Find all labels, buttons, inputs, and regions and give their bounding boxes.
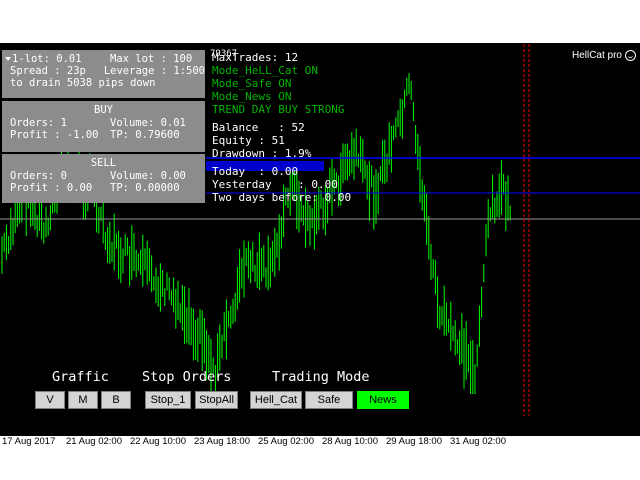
leverage-text: Leverage : 1:500 <box>103 65 205 77</box>
ea-title-label: HellCat pro <box>571 50 622 61</box>
trading-mode-section-label: Trading Mode <box>272 369 370 385</box>
time-axis: 17 Aug 2017 21 Aug 02:00 22 Aug 10:00 23 Au… <box>0 432 640 480</box>
time-axis-tick <box>258 432 259 436</box>
mode-hellcat-status: Mode_HeLL_Cat ON <box>212 64 318 77</box>
time-axis-label: 22 Aug 10:00 <box>130 436 186 447</box>
time-axis-label: 28 Aug 10:00 <box>322 436 378 447</box>
time-axis-tick <box>322 432 323 436</box>
time-axis-label: 21 Aug 02:00 <box>66 436 122 447</box>
sell-panel: SELL Orders: 0 Volume: 0.00 Profit : 0.0… <box>2 154 205 203</box>
sell-orders: Orders: 0 <box>10 170 67 182</box>
max-lot-text: Max lot : 100 <box>110 53 193 65</box>
graffic-section-label: Graffic <box>52 369 109 385</box>
time-axis-label: 31 Aug 02:00 <box>450 436 506 447</box>
buy-tp: TP: 0.79600 <box>110 129 180 141</box>
mode-news-status: Mode_News ON <box>212 90 292 103</box>
time-axis-tick <box>386 432 387 436</box>
trend-status: TREND DAY BUY STRONG <box>212 103 345 116</box>
two-days-profit-text: Two days before: 0.00 <box>212 191 352 204</box>
time-axis-label: 25 Aug 02:00 <box>258 436 314 447</box>
drain-text: to drain 5038 pips down <box>10 77 156 89</box>
graffic-m-button[interactable]: M <box>68 391 98 409</box>
sell-volume: Volume: 0.00 <box>110 170 186 182</box>
yesterday-profit-text: Yesterday : 0.00 <box>212 178 338 191</box>
buy-volume: Volume: 0.01 <box>110 117 186 129</box>
mode-safe-status: Mode_Safe ON <box>212 77 292 90</box>
buy-panel: BUY Orders: 1 Volume: 0.01 Profit : -1.0… <box>2 101 205 152</box>
ea-title[interactable]: HellCat pro <box>572 50 636 61</box>
sell-profit: Profit : 0.00 <box>10 182 93 194</box>
stop-1-button[interactable]: Stop_1 <box>145 391 191 409</box>
buy-title: BUY <box>94 104 113 116</box>
time-axis-label: 17 Aug 2017 <box>2 436 56 447</box>
time-axis-label: 23 Aug 18:00 <box>194 436 250 447</box>
graffic-b-button[interactable]: B <box>101 391 131 409</box>
account-info-panel: 1-lot: 0.01 Max lot : 100 Spread : 23p L… <box>2 50 205 98</box>
stop-all-button[interactable]: StopAll <box>195 391 238 409</box>
lot-size-text: 1-lot: 0.01 <box>2 53 110 65</box>
graffic-v-button[interactable]: V <box>35 391 65 409</box>
news-mode-button[interactable]: News <box>357 391 409 409</box>
max-trades-text: MaxTrades: 12 <box>212 51 299 64</box>
balance-text: Balance : 52 <box>212 121 305 134</box>
time-axis-tick <box>194 432 195 436</box>
sell-title: SELL <box>90 157 117 169</box>
time-axis-label: 29 Aug 18:00 <box>386 436 442 447</box>
buy-orders: Orders: 1 <box>10 117 67 129</box>
time-axis-tick <box>66 432 67 436</box>
stop-orders-section-label: Stop Orders <box>142 369 232 385</box>
sell-tp: TP: 0.00000 <box>110 182 180 194</box>
safe-mode-button[interactable]: Safe <box>305 391 353 409</box>
triangle-down-icon <box>5 57 11 61</box>
price-chart[interactable]: 79367 HellCat pro 1-lot: 0.01 Max lot : … <box>0 44 640 436</box>
spread-text: Spread : 23p <box>10 65 86 77</box>
time-axis-tick <box>130 432 131 436</box>
hell-cat-mode-button[interactable]: Hell_Cat <box>250 391 302 409</box>
equity-text: Equity : 51 <box>212 134 285 147</box>
buy-profit: Profit : -1.00 <box>10 129 99 141</box>
time-axis-tick <box>450 432 451 436</box>
drawdown-text: Drawdown : 1.9% <box>212 147 312 160</box>
today-profit-text: Today : 0.00 <box>212 165 299 178</box>
time-axis-tick <box>2 432 3 436</box>
smiley-icon <box>625 50 636 61</box>
